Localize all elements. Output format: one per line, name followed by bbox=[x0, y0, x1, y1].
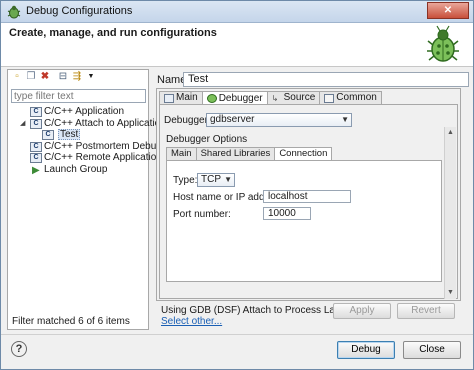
c-config-icon: C bbox=[30, 118, 42, 129]
configuration-editor: Main Debugger ↳ Source Common Debugger: … bbox=[156, 88, 461, 301]
source-tab-icon: ↳ bbox=[271, 93, 279, 103]
filter-status: Filter matched 6 of 6 items bbox=[12, 316, 130, 327]
tree-item-label: C/C++ Application bbox=[44, 106, 125, 117]
tab-label: Common bbox=[336, 92, 377, 103]
debugger-tab-content: Debugger: gdbserver ▼ Debugger Options M… bbox=[159, 104, 458, 299]
close-window-button[interactable]: ✕ bbox=[427, 2, 469, 19]
tree-item-c-postmortem[interactable]: C C/C++ Postmortem Debugger bbox=[8, 141, 176, 153]
chevron-down-icon: ▼ bbox=[341, 115, 349, 124]
main-tab-icon bbox=[164, 93, 174, 103]
close-button[interactable]: Close bbox=[403, 341, 461, 359]
launch-group-icon: ▶ bbox=[32, 164, 40, 176]
tree-item-label: Test bbox=[58, 129, 81, 140]
filter-icon[interactable]: ⇶ bbox=[71, 71, 83, 83]
type-select[interactable]: TCP ▼ bbox=[197, 173, 235, 187]
common-tab-icon bbox=[324, 93, 335, 103]
debugger-option-tabs: Main Shared Libraries Connection bbox=[166, 147, 333, 161]
tab-label: Source bbox=[283, 92, 316, 103]
subtab-main[interactable]: Main bbox=[166, 147, 197, 160]
tab-main[interactable]: Main bbox=[159, 91, 203, 104]
host-input[interactable]: localhost bbox=[263, 190, 351, 203]
tree-toolbar: ▫ ❐ ✖ ⊟ ⇶ ▼ bbox=[8, 70, 148, 84]
revert-button[interactable]: Revert bbox=[397, 303, 455, 319]
duplicate-icon[interactable]: ❐ bbox=[25, 71, 37, 83]
subtab-shared-libraries[interactable]: Shared Libraries bbox=[195, 147, 276, 160]
window-title: Debug Configurations bbox=[26, 5, 133, 17]
tab-debugger[interactable]: Debugger bbox=[201, 91, 268, 105]
expand-toggle-icon[interactable]: ◢ bbox=[20, 118, 28, 129]
name-input[interactable]: Test bbox=[183, 72, 469, 87]
chevron-down-icon[interactable]: ▼ bbox=[85, 71, 97, 83]
c-config-icon: C bbox=[42, 130, 54, 140]
scroll-up-icon[interactable]: ▲ bbox=[445, 127, 456, 139]
tree-item-c-application[interactable]: C C/C++ Application bbox=[8, 106, 148, 118]
apply-button[interactable]: Apply bbox=[333, 303, 391, 319]
collapse-all-icon[interactable]: ⊟ bbox=[57, 71, 69, 83]
tree-item-launch-group[interactable]: ▶ Launch Group bbox=[8, 164, 148, 176]
debugger-tab-icon bbox=[206, 94, 217, 103]
type-label: Type: bbox=[173, 175, 198, 186]
tab-common[interactable]: Common bbox=[319, 91, 382, 104]
select-other-link[interactable]: Select other... bbox=[161, 316, 222, 327]
new-configuration-icon[interactable]: ▫ bbox=[11, 71, 23, 83]
tab-label: Debugger bbox=[218, 92, 263, 104]
debugger-select[interactable]: gdbserver ▼ bbox=[206, 113, 352, 127]
chevron-down-icon: ▼ bbox=[224, 175, 232, 184]
footer-separator bbox=[1, 334, 473, 335]
tab-source[interactable]: ↳ Source bbox=[266, 91, 321, 104]
vertical-scrollbar[interactable]: ▲ ▼ bbox=[444, 127, 456, 299]
dialog-heading: Create, manage, and run configurations bbox=[9, 27, 217, 39]
delete-icon[interactable]: ✖ bbox=[39, 71, 51, 83]
debug-bug-icon bbox=[7, 5, 21, 19]
tree-item-test[interactable]: C Test bbox=[8, 129, 148, 141]
tree-item-label: C/C++ Remote Application bbox=[44, 152, 162, 163]
configuration-tree: C C/C++ Application ◢ C C/C++ Attach to … bbox=[8, 106, 176, 176]
tree-item-label: Launch Group bbox=[44, 163, 108, 175]
c-config-icon: C bbox=[30, 153, 42, 163]
window-controls: ✕ bbox=[427, 2, 469, 19]
help-icon[interactable]: ? bbox=[11, 341, 27, 357]
debugger-options-label: Debugger Options bbox=[166, 134, 248, 145]
filter-input[interactable] bbox=[11, 89, 146, 103]
config-tabs: Main Debugger ↳ Source Common bbox=[159, 91, 382, 105]
subtab-connection[interactable]: Connection bbox=[274, 147, 333, 161]
title-bar: Debug Configurations ✕ bbox=[1, 1, 473, 23]
tree-item-label: C/C++ Attach to Application bbox=[44, 117, 166, 129]
dialog-header: Create, manage, and run configurations bbox=[1, 23, 473, 67]
port-label: Port number: bbox=[173, 209, 231, 220]
c-config-icon: C bbox=[30, 107, 42, 117]
scroll-down-icon[interactable]: ▼ bbox=[445, 287, 456, 299]
port-input[interactable]: 10000 bbox=[263, 207, 311, 220]
tree-item-c-attach[interactable]: ◢ C C/C++ Attach to Application bbox=[8, 118, 166, 130]
tree-item-c-remote[interactable]: C C/C++ Remote Application bbox=[8, 152, 162, 164]
debugger-label: Debugger: bbox=[164, 115, 211, 126]
tab-label: Main bbox=[176, 92, 198, 103]
debug-configurations-window: Debug Configurations ✕ Create, manage, a… bbox=[0, 0, 474, 370]
c-config-icon: C bbox=[30, 141, 42, 152]
configuration-tree-panel: ▫ ❐ ✖ ⊟ ⇶ ▼ C C/C++ Application ◢ C C/C+… bbox=[7, 69, 176, 330]
connection-panel: Type: TCP ▼ Host name or IP address: loc… bbox=[166, 160, 442, 282]
debug-bug-icon bbox=[427, 25, 459, 62]
debugger-select-value: gdbserver bbox=[210, 114, 255, 125]
type-select-value: TCP bbox=[201, 174, 221, 185]
debug-button[interactable]: Debug bbox=[337, 341, 395, 359]
